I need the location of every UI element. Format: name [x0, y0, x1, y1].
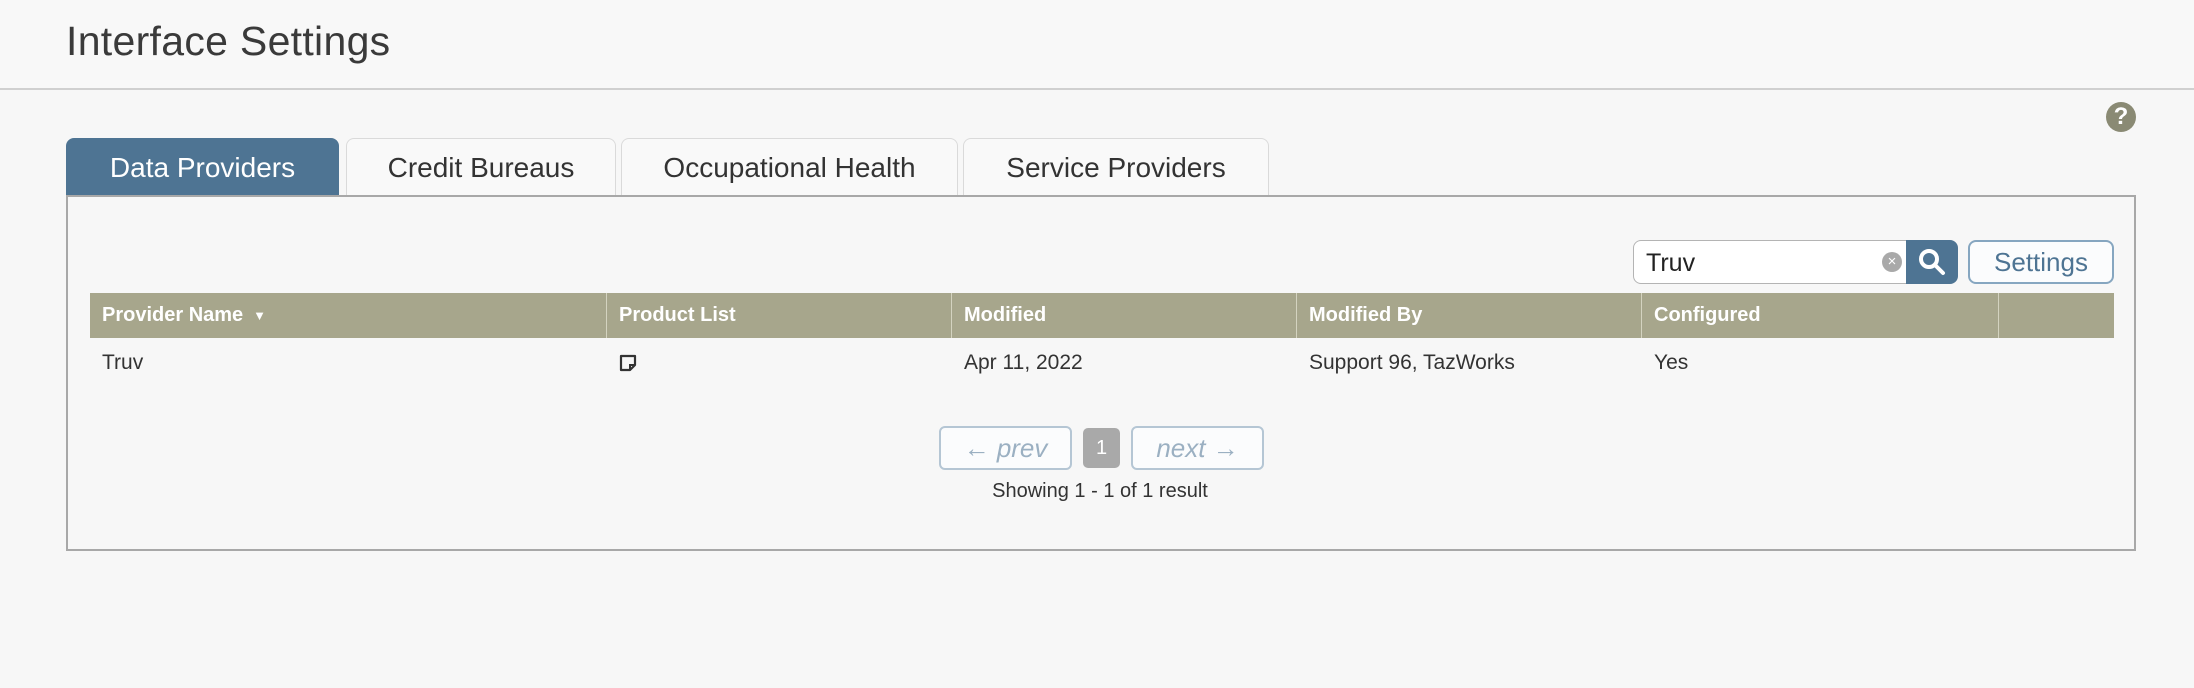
tab-service-providers[interactable]: Service Providers	[963, 138, 1269, 196]
tab-credit-bureaus[interactable]: Credit Bureaus	[346, 138, 616, 196]
next-button[interactable]: next →	[1131, 426, 1264, 470]
search-button[interactable]	[1906, 240, 1958, 284]
search-input[interactable]	[1644, 245, 1868, 281]
cell-configured: Yes	[1654, 351, 1689, 374]
cell-modified: Apr 11, 2022	[964, 351, 1083, 374]
prev-button[interactable]: ← prev	[939, 426, 1072, 470]
column-header-modified-by[interactable]: Modified By	[1297, 293, 1642, 338]
page-header: Interface Settings	[0, 0, 2194, 90]
tab-occupational-health[interactable]: Occupational Health	[621, 138, 958, 196]
column-header-configured[interactable]: Configured	[1642, 293, 1999, 338]
search-box: ×	[1633, 240, 1915, 284]
column-header-label: Provider Name	[102, 304, 244, 326]
page-number[interactable]: 1	[1083, 428, 1120, 468]
pagination-summary: Showing 1 - 1 of 1 result	[992, 480, 1208, 502]
page-title: Interface Settings	[66, 18, 391, 64]
column-header-actions	[1999, 293, 2114, 338]
cell-provider-name[interactable]: Truv	[90, 338, 607, 388]
column-header-provider-name[interactable]: Provider Name ▼	[90, 293, 607, 338]
settings-button[interactable]: Settings	[1968, 240, 2114, 284]
column-header-product-list[interactable]: Product List	[607, 293, 952, 338]
sort-down-icon: ▼	[253, 308, 267, 324]
table-row[interactable]: Truv Apr 11, 2022 Support 96, TazWorks Y…	[90, 338, 2114, 388]
search-icon	[1919, 249, 1945, 275]
cell-modified-by: Support 96, TazWorks	[1309, 351, 1515, 374]
table-header: Provider Name ▼ Product List Modified Mod…	[90, 293, 2114, 338]
column-header-modified[interactable]: Modified	[952, 293, 1297, 338]
cell-product-list	[607, 338, 952, 388]
document-icon[interactable]	[619, 354, 637, 372]
tab-data-providers[interactable]: Data Providers	[66, 138, 339, 196]
clear-icon[interactable]: ×	[1882, 252, 1902, 272]
help-icon[interactable]: ?	[2106, 102, 2136, 132]
